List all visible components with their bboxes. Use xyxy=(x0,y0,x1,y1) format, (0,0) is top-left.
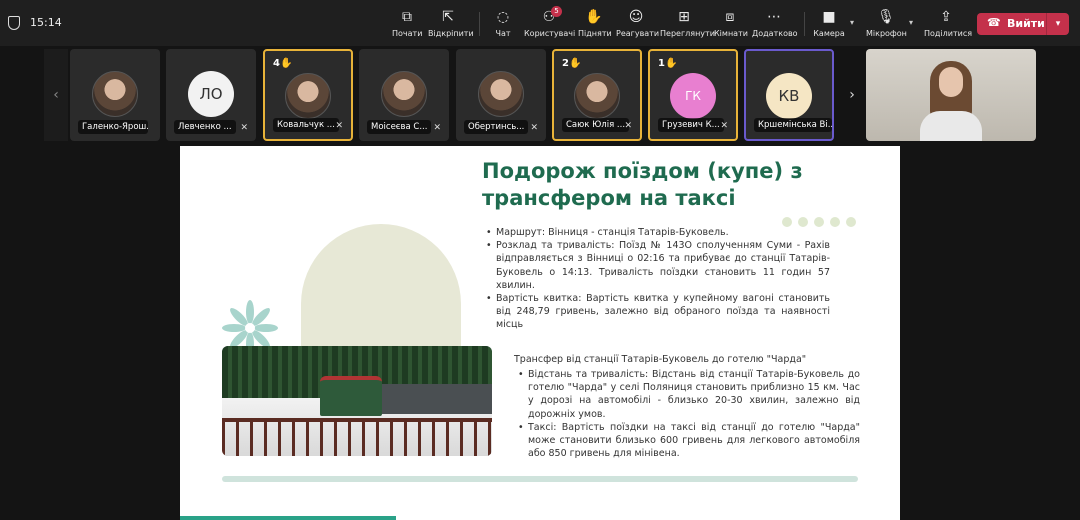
leave-options-chevron-icon[interactable]: ▾ xyxy=(1046,13,1069,35)
transfer-details: Відстань та тривалість: Відстань від ста… xyxy=(518,368,860,460)
unpin-button[interactable]: ⇱ Відкріпити xyxy=(428,8,474,42)
raised-hand-indicator: 2✋ xyxy=(562,58,582,69)
more-button[interactable]: ⋯ Додатково xyxy=(752,8,798,42)
raised-hand-indicator: 4✋ xyxy=(273,58,293,69)
mic-off-icon: ✕ xyxy=(433,123,441,133)
participant-tile[interactable]: ЛО Левченко ... ✕ xyxy=(166,49,256,141)
avatar xyxy=(92,71,138,117)
slide-title: Подорож поїздом (купе) з трансфером на т… xyxy=(482,159,803,210)
list-item: Маршрут: Вінниця - станція Татарів-Буков… xyxy=(486,226,830,239)
hand-icon: ✋ xyxy=(664,58,678,69)
mic-off-icon: ✕ xyxy=(530,123,538,133)
participant-name: Саюк Юлія ... xyxy=(562,118,630,132)
avatar: ЛО xyxy=(188,71,234,117)
raise-hand-button[interactable]: ✋ Підняти xyxy=(578,8,612,42)
mic-off-icon: ✕ xyxy=(240,123,248,133)
participant-tile[interactable]: 4✋ Ковальчук ... ✕ xyxy=(263,49,353,141)
hand-icon: ✋ xyxy=(568,58,582,69)
people-icon: ⚇ xyxy=(542,9,556,25)
share-icon: ⇪ xyxy=(940,9,952,25)
shared-slide: Подорож поїздом (купе) з трансфером на т… xyxy=(180,146,900,520)
trip-details: Маршрут: Вінниця - станція Татарів-Буков… xyxy=(486,226,830,332)
toolbar-divider xyxy=(804,12,805,36)
toolbar-divider xyxy=(479,12,480,36)
shield-icon xyxy=(8,16,20,30)
list-item: Відстань та тривалість: Відстань від ста… xyxy=(518,368,860,421)
mic-icon: 🎙 xyxy=(877,9,895,25)
mic-off-icon: ✕ xyxy=(335,121,343,131)
mic-off-icon: ✕ xyxy=(720,121,728,131)
hand-icon: ✋ xyxy=(279,58,293,69)
rooms-button[interactable]: ⧈ Кімнати xyxy=(714,8,748,42)
start-button[interactable]: ⧉ Почати xyxy=(392,8,422,42)
more-icon: ⋯ xyxy=(767,9,781,25)
chat-button[interactable]: ◌ Чат xyxy=(490,8,516,42)
participants-strip: ‹ Галенко-Ярош... ЛО Левченко ... ✕ 4✋ К… xyxy=(0,49,1080,143)
rooms-icon: ⧈ xyxy=(725,9,735,25)
participant-tile[interactable]: 1✋ ГК Грузевич К... ✕ xyxy=(648,49,738,141)
react-icon: ☺ xyxy=(628,9,644,25)
meeting-timer: 15:14 xyxy=(30,16,62,29)
participant-name: Ковальчук ... xyxy=(273,118,339,132)
mic-off-icon: ✕ xyxy=(624,121,632,131)
start-icon: ⧉ xyxy=(402,9,412,25)
transfer-subtitle: Трансфер від станції Татарів-Буковель до… xyxy=(514,354,807,365)
train-photo xyxy=(222,346,492,456)
avatar xyxy=(285,73,331,119)
list-item: Таксі: Вартість поїздки на таксі від ста… xyxy=(518,421,860,461)
hand-icon: ✋ xyxy=(585,9,603,25)
camera-button[interactable]: ■ Камера xyxy=(812,8,846,42)
participants-count-badge: 5 xyxy=(551,6,562,17)
raised-hand-indicator: 1✋ xyxy=(658,58,678,69)
camera-icon: ■ xyxy=(822,9,836,25)
view-icon: ⊞ xyxy=(678,9,690,25)
participant-tile[interactable]: Моісеєва С... ✕ xyxy=(359,49,449,141)
presenter-video xyxy=(920,59,982,141)
participant-tile[interactable]: Обертинсь... ✕ xyxy=(456,49,546,141)
share-button[interactable]: ⇪ Поділитися xyxy=(924,8,972,42)
mic-button[interactable]: 🎙 Мікрофон xyxy=(866,8,907,42)
participant-name: Левченко ... xyxy=(174,120,236,134)
avatar xyxy=(574,73,620,119)
self-video xyxy=(866,49,1036,141)
avatar xyxy=(381,71,427,117)
participant-tile[interactable]: Галенко-Ярош... xyxy=(70,49,160,141)
participant-name: Моісеєва С... xyxy=(367,120,432,134)
participant-tile[interactable]: КВ Кршемінська Ві... xyxy=(744,49,834,141)
participant-name: Кршемінська Ві... xyxy=(754,118,832,132)
react-button[interactable]: ☺ Реагувати xyxy=(616,8,659,42)
avatar: КВ xyxy=(766,73,812,119)
prev-participants-button[interactable]: ‹ xyxy=(44,49,68,141)
people-button[interactable]: ⚇ 5 Користувачі xyxy=(524,6,575,42)
participant-name: Обертинсь... xyxy=(464,120,529,134)
participant-tile[interactable]: 2✋ Саюк Юлія ... ✕ xyxy=(552,49,642,141)
participant-name: Грузевич К... xyxy=(658,118,724,132)
phone-hangup-icon: ☎ xyxy=(987,16,1001,29)
avatar xyxy=(478,71,524,117)
leave-button[interactable]: ☎ Вийти ▾ xyxy=(977,13,1069,35)
slide-progress-bar xyxy=(180,516,396,520)
participant-name: Галенко-Ярош... xyxy=(78,120,148,134)
list-item: Розклад та тривалість: Поїзд № 143О спол… xyxy=(486,239,830,292)
mic-options-chevron-icon[interactable]: ▾ xyxy=(909,18,913,27)
camera-options-chevron-icon[interactable]: ▾ xyxy=(850,18,854,27)
decorative-bar xyxy=(222,476,858,482)
view-button[interactable]: ⊞ Переглянути xyxy=(660,8,715,42)
avatar: ГК xyxy=(670,73,716,119)
meeting-toolbar: 15:14 ⧉ Почати ⇱ Відкріпити ◌ Чат ⚇ 5 Ко… xyxy=(0,0,1080,46)
next-participants-button[interactable]: › xyxy=(840,49,864,141)
list-item: Вартість квитка: Вартість квитка у купей… xyxy=(486,292,830,332)
chat-icon: ◌ xyxy=(496,9,510,25)
unpin-icon: ⇱ xyxy=(442,9,454,25)
